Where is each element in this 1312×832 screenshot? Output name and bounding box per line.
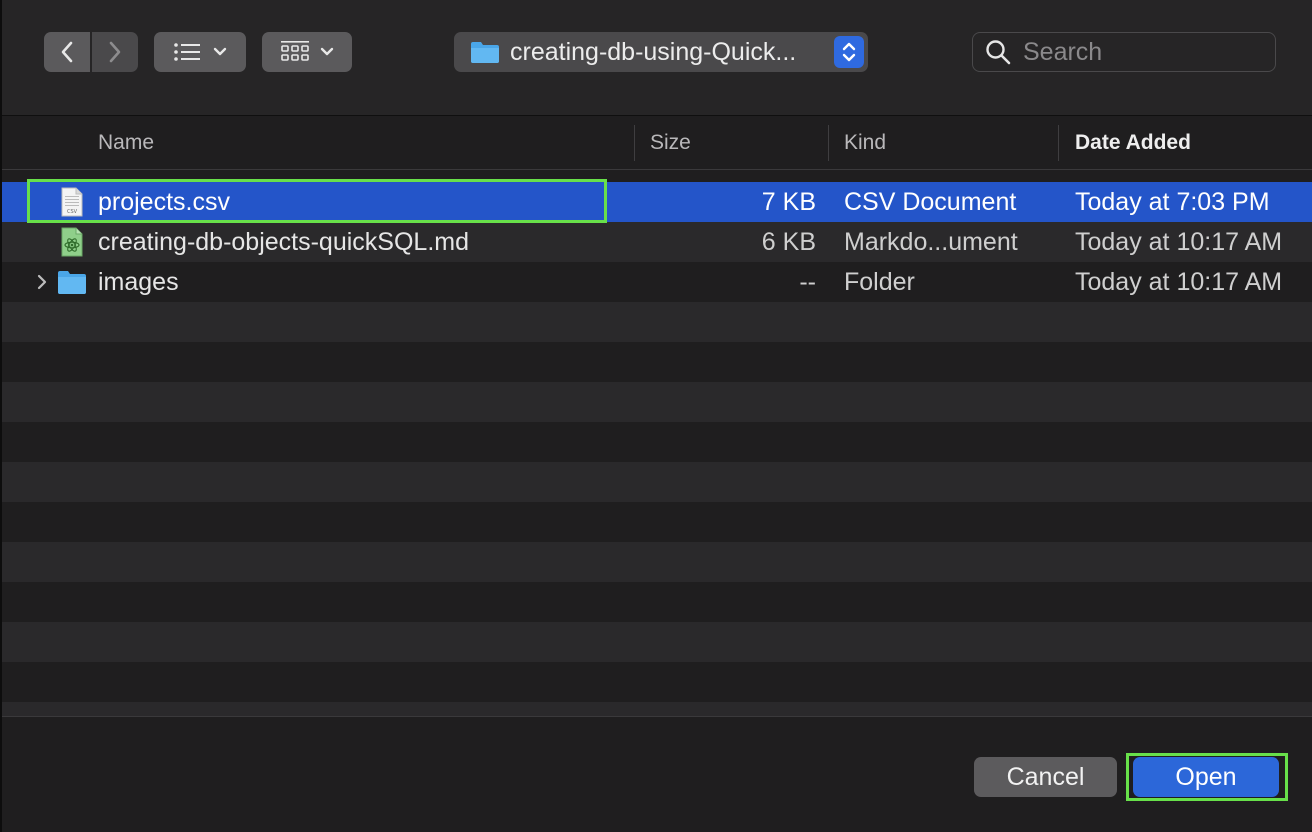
chevron-right-icon <box>109 41 121 63</box>
file-size: 7 KB <box>761 187 816 216</box>
folder-icon <box>471 42 499 63</box>
list-view-button[interactable] <box>154 32 246 72</box>
toolbar: creating-db-using-Quick... <box>2 0 1312 115</box>
chevron-left-icon <box>61 41 73 63</box>
empty-row <box>2 502 1312 542</box>
empty-row <box>2 542 1312 582</box>
file-date-added: Today at 10:17 AM <box>1075 267 1283 296</box>
column-header-date-added[interactable]: Date Added <box>1075 116 1191 170</box>
column-header-name[interactable]: Name <box>98 116 154 170</box>
chevron-down-icon <box>320 47 334 56</box>
up-down-chevron-icon <box>842 42 856 62</box>
empty-row <box>2 622 1312 662</box>
grid-icon <box>281 41 309 61</box>
file-row[interactable]: creating-db-objects-quickSQL.md 6 KB Mar… <box>2 222 1312 262</box>
file-name: creating-db-objects-quickSQL.md <box>98 227 469 256</box>
file-date-added: Today at 7:03 PM <box>1075 187 1270 216</box>
file-row[interactable]: CSV projects.csv 7 KB CSV Document Today… <box>2 182 1312 222</box>
markdown-file-icon <box>56 222 88 262</box>
file-kind: CSV Document <box>844 187 1017 216</box>
column-headers: Name Size Kind Date Added <box>2 116 1312 170</box>
empty-row <box>2 582 1312 622</box>
svg-text:CSV: CSV <box>67 209 78 215</box>
list-icon <box>174 43 200 61</box>
empty-row <box>2 342 1312 382</box>
search-field[interactable] <box>972 32 1276 72</box>
file-name: images <box>98 267 179 296</box>
column-separator[interactable] <box>1058 125 1059 161</box>
file-row[interactable]: images -- Folder Today at 10:17 AM <box>2 262 1312 302</box>
empty-row <box>2 702 1312 716</box>
empty-row <box>2 302 1312 342</box>
location-stepper[interactable] <box>834 36 864 68</box>
disclosure-triangle[interactable] <box>32 262 52 302</box>
location-popup[interactable]: creating-db-using-Quick... <box>454 32 868 72</box>
dialog-footer: Cancel Open <box>2 717 1312 832</box>
file-name: projects.csv <box>98 187 230 216</box>
grid-view-button[interactable] <box>262 32 352 72</box>
folder-icon <box>56 262 88 302</box>
empty-row <box>2 422 1312 462</box>
empty-row <box>2 382 1312 422</box>
back-button[interactable] <box>44 32 90 72</box>
chevron-right-icon <box>37 274 47 290</box>
forward-button[interactable] <box>92 32 138 72</box>
search-input[interactable] <box>1023 37 1263 67</box>
column-separator[interactable] <box>634 125 635 161</box>
chevron-down-icon <box>213 47 227 56</box>
open-button[interactable]: Open <box>1133 757 1279 797</box>
open-file-dialog: creating-db-using-Quick... Name Size Kin… <box>0 0 1312 832</box>
column-header-size[interactable]: Size <box>650 116 691 170</box>
csv-file-icon: CSV <box>56 182 88 222</box>
file-list: CSV projects.csv 7 KB CSV Document Today… <box>2 182 1312 716</box>
search-icon <box>986 40 1011 65</box>
file-kind: Markdo...ument <box>844 227 1018 256</box>
empty-row <box>2 462 1312 502</box>
file-date-added: Today at 10:17 AM <box>1075 227 1283 256</box>
empty-row <box>2 662 1312 702</box>
file-size: -- <box>799 267 816 296</box>
file-size: 6 KB <box>761 227 816 256</box>
location-label: creating-db-using-Quick... <box>510 37 797 66</box>
column-separator[interactable] <box>828 125 829 161</box>
file-kind: Folder <box>844 267 915 296</box>
cancel-button[interactable]: Cancel <box>974 757 1117 797</box>
column-header-kind[interactable]: Kind <box>844 116 886 170</box>
